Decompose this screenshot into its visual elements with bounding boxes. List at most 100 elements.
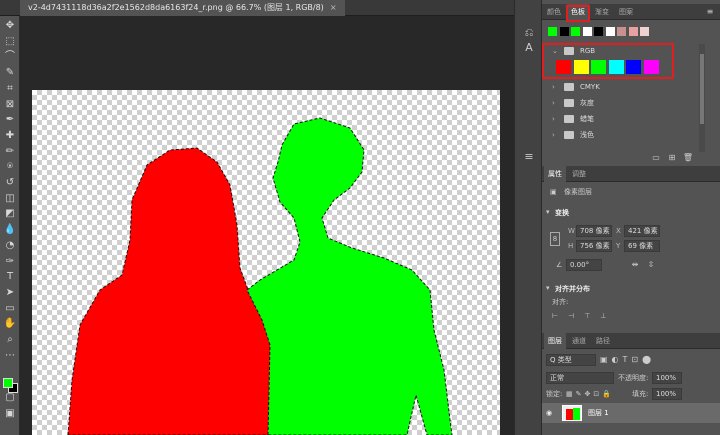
pen-icon[interactable]: ✑: [3, 256, 17, 268]
fill-label: 填充:: [632, 390, 649, 398]
history-brush-icon[interactable]: ↺: [3, 177, 17, 189]
recent-swatch[interactable]: [594, 27, 603, 36]
shape-icon[interactable]: ▭: [3, 303, 17, 315]
width-field[interactable]: 708 像素: [576, 225, 612, 237]
recent-swatch[interactable]: [582, 27, 592, 36]
zoom-icon[interactable]: ⌕: [3, 334, 17, 346]
rgb-swatch[interactable]: [556, 60, 571, 74]
align-label: 对齐:: [552, 298, 569, 306]
recent-swatch[interactable]: [628, 27, 638, 36]
flip-horizontal-icon[interactable]: ⇹: [630, 259, 640, 271]
paint-bucket-icon[interactable]: ◩: [3, 208, 17, 220]
tab-layers[interactable]: 图层: [544, 333, 566, 349]
tab-color[interactable]: 颜色: [544, 4, 564, 20]
layer-name: 图层 1: [588, 409, 609, 417]
tab-patterns[interactable]: 图案: [615, 4, 637, 20]
eyedropper-icon[interactable]: ✒: [3, 114, 17, 126]
rgb-swatch[interactable]: [626, 60, 641, 74]
scrollbar-thumb[interactable]: [700, 54, 704, 124]
layer-row[interactable]: ◉ 图层 1: [542, 403, 720, 423]
link-icon[interactable]: 8: [550, 232, 560, 246]
lock-icons[interactable]: ▦✎✥⊡🔒: [566, 388, 614, 400]
foreground-color-swatch[interactable]: [3, 378, 13, 388]
panel-menu-icon[interactable]: ≡: [704, 6, 716, 18]
opacity-field[interactable]: 100%: [652, 372, 682, 384]
type-icon[interactable]: T: [3, 271, 17, 283]
recent-swatch[interactable]: [548, 27, 557, 36]
screen-mode-icon[interactable]: ▣: [3, 408, 17, 420]
document-tab-title: v2-4d7431118d36a2f2e1562d8da6163f24_r.pn…: [28, 3, 324, 12]
layer-filter-icons[interactable]: ▣◐T⊡⬤: [600, 354, 660, 366]
blend-mode-select[interactable]: 正常: [546, 372, 614, 384]
y-field[interactable]: 69 像素: [624, 240, 660, 252]
angle-icon: ∠: [556, 261, 563, 269]
frame-icon[interactable]: ⊠: [3, 99, 17, 111]
folder-icon: [564, 99, 574, 107]
rgb-swatch[interactable]: [608, 60, 624, 74]
lasso-icon[interactable]: ⌒: [3, 51, 17, 63]
align-title: 对齐并分布: [555, 285, 590, 293]
chevron-down-icon[interactable]: ▾: [546, 282, 550, 294]
flip-vertical-icon[interactable]: ⇳: [646, 259, 656, 271]
rgb-swatch[interactable]: [573, 60, 589, 74]
layer-thumbnail: [562, 405, 582, 421]
folder-icon: [564, 131, 574, 139]
rgb-swatch[interactable]: [591, 60, 606, 74]
recent-swatch[interactable]: [617, 27, 626, 36]
tab-gradients[interactable]: 渐变: [591, 4, 613, 20]
red-figure: [67, 147, 279, 435]
fill-field[interactable]: 100%: [652, 388, 682, 400]
more-icon[interactable]: ⋯: [3, 350, 17, 362]
close-icon[interactable]: ×: [330, 3, 337, 12]
rgb-swatch[interactable]: [643, 60, 659, 74]
thumb-green: [573, 408, 580, 420]
move-icon[interactable]: ✥: [3, 20, 17, 32]
marquee-icon[interactable]: ⬚: [3, 36, 17, 48]
chevron-down-icon[interactable]: ▾: [546, 206, 550, 218]
height-field[interactable]: 756 像素: [576, 240, 612, 252]
new-group-icon[interactable]: ▭: [650, 152, 662, 164]
recent-swatch[interactable]: [559, 27, 569, 36]
tab-paths[interactable]: 路径: [592, 333, 614, 349]
right-panels: 颜色 色板 渐变 图案 ≡ ⌄ RGB › CMYK › 灰度 › 蜡笔 › 浅色 ▭ ⊞ 🗑 属…: [542, 0, 720, 435]
tab-channels[interactable]: 通道: [568, 333, 590, 349]
swatch-group-0[interactable]: ⌄ RGB: [542, 42, 702, 60]
document-canvas[interactable]: [32, 90, 500, 435]
trash-icon[interactable]: 🗑: [682, 152, 694, 164]
layer-filter-select[interactable]: Q 类型: [546, 354, 596, 366]
hand-icon[interactable]: ✋: [3, 318, 17, 330]
crop-icon[interactable]: ⌗: [3, 83, 17, 95]
x-field[interactable]: 421 像素: [624, 225, 660, 237]
history-icon[interactable]: ⎌: [522, 26, 536, 40]
new-swatch-icon[interactable]: ⊞: [666, 152, 678, 164]
dodge-icon[interactable]: ◔: [3, 240, 17, 252]
folder-icon: [564, 83, 574, 91]
quick-mask-icon[interactable]: ▢: [3, 392, 17, 404]
tab-properties[interactable]: 属性: [544, 166, 566, 182]
quick-select-icon[interactable]: ✎: [3, 67, 17, 79]
eye-icon[interactable]: ◉: [546, 407, 552, 419]
eraser-icon[interactable]: ◫: [3, 193, 17, 205]
recent-swatch[interactable]: [640, 27, 649, 36]
swatch-group-4[interactable]: › 浅色: [542, 126, 702, 144]
chevron-right-icon[interactable]: ›: [552, 126, 555, 144]
brush-icon[interactable]: ✏: [3, 146, 17, 158]
healing-icon[interactable]: ✚: [3, 130, 17, 142]
canvas-area: [20, 16, 514, 435]
opacity-label: 不透明度:: [618, 374, 649, 382]
tab-adjustments[interactable]: 调整: [568, 166, 590, 182]
align-buttons[interactable]: ⊢⊣⊤⊥: [552, 310, 616, 322]
layers-panel-tabs: 图层 通道 路径: [542, 333, 720, 349]
angle-field[interactable]: 0.00°: [566, 259, 602, 271]
properties-icon[interactable]: ≡: [522, 150, 536, 164]
recent-swatch[interactable]: [571, 27, 580, 36]
path-select-icon[interactable]: ➤: [3, 287, 17, 299]
chevron-down-icon[interactable]: ⌄: [552, 42, 558, 60]
blur-icon[interactable]: 💧: [3, 224, 17, 236]
pixel-layer-icon: ▣: [550, 188, 557, 196]
swatches-scrollbar[interactable]: [699, 44, 705, 152]
recent-swatch[interactable]: [605, 27, 615, 36]
document-tab[interactable]: v2-4d7431118d36a2f2e1562d8da6163f24_r.pn…: [20, 0, 345, 16]
character-icon[interactable]: A: [522, 41, 536, 55]
stamp-icon[interactable]: ⍟: [3, 161, 17, 173]
